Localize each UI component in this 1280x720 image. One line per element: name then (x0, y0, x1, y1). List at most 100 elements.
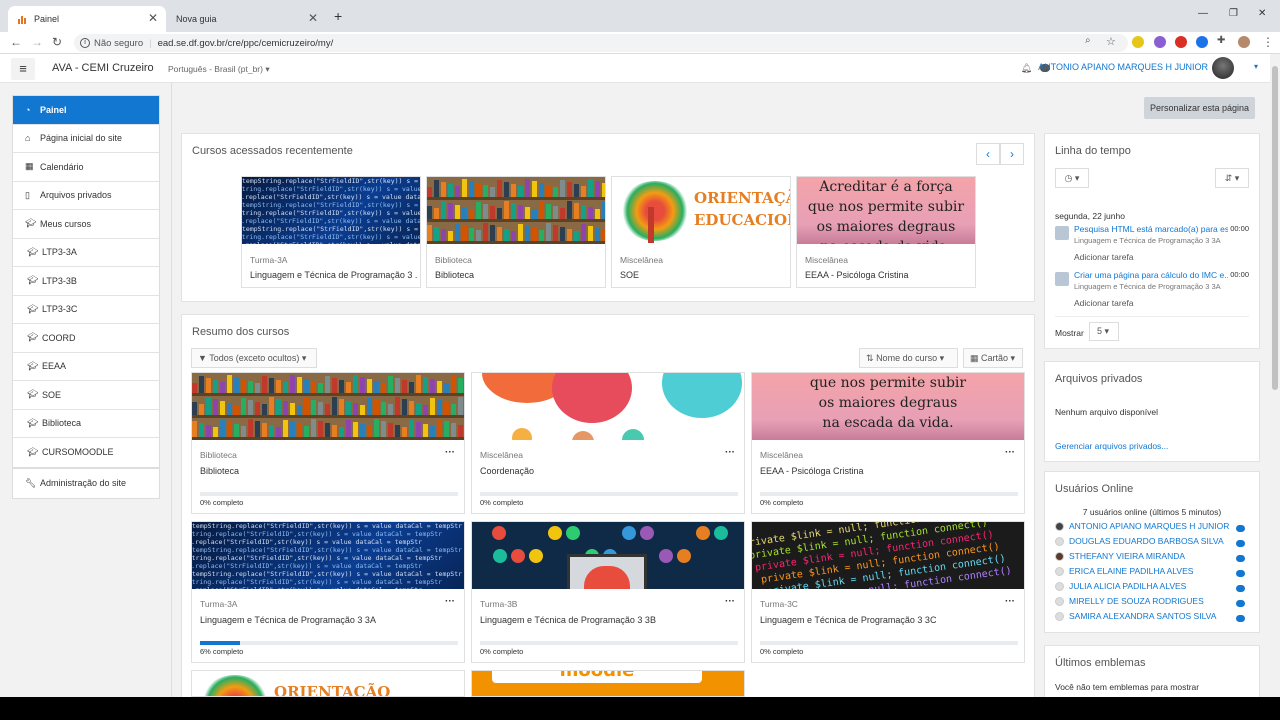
recent-course-card[interactable]: ORIENTAÇÃO EDUCACIONAL Miscelânea SOE (611, 176, 791, 288)
nav-item-6[interactable]: 🎓︎ LTP3-3B (13, 267, 159, 296)
site-name-link[interactable]: AVA - CEMI Cruzeiro (52, 62, 154, 74)
url-field[interactable]: i Não seguro | ead.se.df.gov.br/cre/ppc/… (74, 34, 1128, 52)
online-user-row[interactable]: ERICA ELAINE PADILHA ALVES (1055, 566, 1193, 577)
close-tab-icon[interactable]: ✕ (148, 11, 158, 25)
browser-tab-nova-guia[interactable]: Nova guia ✕ (166, 6, 326, 32)
reload-icon[interactable]: ↻ (52, 35, 62, 49)
page-scrollbar[interactable] (1270, 54, 1280, 697)
close-window-icon[interactable]: ✕ (1258, 8, 1266, 19)
course-image[interactable] (427, 177, 605, 244)
course-name-link[interactable]: Biblioteca (435, 270, 603, 280)
drawer-toggle-button[interactable]: ≡ (11, 58, 35, 80)
zoom-search-icon[interactable]: ⌕ (1085, 35, 1091, 46)
message-icon[interactable] (1236, 540, 1245, 547)
course-image[interactable]: ORIENTAÇÃOEDUCACIONAL (192, 671, 464, 696)
add-submission-link[interactable]: Adicionar tarefa (1074, 298, 1134, 308)
nav-item-administracao[interactable]: 🔧︎ Administração do site (13, 469, 159, 498)
course-image[interactable] (472, 522, 744, 589)
online-user-row[interactable]: ANTONIO APIANO MARQUES H JUNIOR (1055, 521, 1229, 532)
info-icon[interactable]: i (80, 38, 90, 48)
message-icon[interactable] (1236, 585, 1245, 592)
recent-course-card[interactable]: tempString.replace("StrFieldID",str(key)… (241, 176, 421, 288)
close-tab-icon[interactable]: ✕ (308, 11, 318, 25)
course-image[interactable]: tempString.replace("StrFieldID",str(key)… (242, 177, 420, 244)
extensions-puzzle-icon[interactable]: ✚ (1217, 35, 1225, 46)
online-user-row[interactable]: SAMIRA ALEXANDRA SANTOS SILVA (1055, 611, 1216, 622)
nav-item-8[interactable]: 🎓︎ COORD (13, 324, 159, 353)
profile-avatar-icon[interactable] (1238, 36, 1250, 48)
extension-blue-icon[interactable] (1196, 36, 1208, 48)
course-name-link[interactable]: Linguagem e Técnica de Programação 3 3B (480, 615, 738, 625)
online-user-row[interactable]: JULIA ALICIA PADILHA ALVES (1055, 581, 1186, 592)
scrollbar-thumb[interactable] (1272, 66, 1278, 390)
extension-pen-icon[interactable] (1132, 36, 1144, 48)
nav-item-2[interactable]: ▦ Calendário (13, 153, 159, 182)
minimize-icon[interactable]: — (1198, 8, 1208, 19)
course-actions-menu-icon[interactable]: ··· (1005, 447, 1015, 458)
course-image[interactable]: Acreditar é a força que nos permite subi… (752, 373, 1024, 440)
sort-dropdown[interactable]: ⇅ Nome do curso ▾ (859, 348, 958, 368)
course-actions-menu-icon[interactable]: ··· (725, 596, 735, 607)
filter-dropdown[interactable]: ▼ Todos (exceto ocultos) ▾ (191, 348, 317, 368)
nav-item-5[interactable]: 🎓︎ LTP3-3A (13, 239, 159, 267)
view-dropdown[interactable]: ▦ Cartão ▾ (963, 348, 1023, 368)
course-actions-menu-icon[interactable]: ··· (445, 447, 455, 458)
course-name-link[interactable]: Linguagem e Técnica de Programação 3 ... (250, 270, 418, 280)
nav-item-12[interactable]: 🎓︎ CURSOMOODLE (13, 438, 159, 467)
nav-item-11[interactable]: 🎓︎ Biblioteca (13, 410, 159, 438)
course-name-link[interactable]: Biblioteca (200, 466, 458, 476)
language-menu[interactable]: Português - Brasil (pt_br) ▾ (168, 64, 270, 75)
forward-icon[interactable]: → (31, 35, 43, 49)
event-title-link[interactable]: Criar uma página para cálculo do IMC e..… (1074, 270, 1228, 280)
extension-adblock-icon[interactable] (1175, 36, 1187, 48)
online-user-row[interactable]: STHEFANY VIEIRA MIRANDA (1055, 551, 1185, 562)
browser-menu-icon[interactable]: ⋮ (1262, 35, 1274, 49)
overview-course-card[interactable]: Miscelânea ··· Coordenação 0% completo (471, 372, 745, 514)
course-image[interactable]: ORIENTAÇÃOEDUCACIONAL (612, 177, 790, 244)
message-icon[interactable] (1236, 600, 1245, 607)
course-image[interactable] (192, 373, 464, 440)
message-icon[interactable] (1236, 555, 1245, 562)
nav-item-4[interactable]: 🎓︎ Meus cursos (13, 210, 159, 239)
user-menu-caret-icon[interactable]: ▾ (1254, 62, 1258, 71)
show-count-dropdown[interactable]: 5 ▾ (1089, 322, 1119, 341)
message-icon[interactable] (1236, 570, 1245, 577)
customize-page-button[interactable]: Personalizar esta página (1144, 97, 1255, 119)
course-name-link[interactable]: EEAA - Psicóloga Cristina (760, 466, 1018, 476)
extension-pen-purple-icon[interactable] (1154, 36, 1166, 48)
course-image[interactable]: moodle (472, 671, 744, 696)
overview-course-card-partial[interactable]: ORIENTAÇÃOEDUCACIONAL (191, 670, 465, 697)
recent-course-card[interactable]: Biblioteca Biblioteca (426, 176, 606, 288)
course-actions-menu-icon[interactable]: ··· (725, 447, 735, 458)
back-icon[interactable]: ← (10, 35, 22, 49)
course-name-link[interactable]: Coordenação (480, 466, 738, 476)
recent-course-card[interactable]: Acreditar é a força que nos permite subi… (796, 176, 976, 288)
course-image[interactable]: private $link = null; function connect()… (752, 522, 1024, 589)
overview-course-card[interactable]: Biblioteca ··· Biblioteca 0% completo (191, 372, 465, 514)
overview-course-card-partial[interactable]: moodle (471, 670, 745, 697)
carousel-next-button[interactable]: › (1000, 143, 1024, 165)
course-image[interactable]: tempString.replace("StrFieldID",str(key)… (192, 522, 464, 589)
course-actions-menu-icon[interactable]: ··· (445, 596, 455, 607)
bookmark-star-icon[interactable]: ☆ (1106, 35, 1116, 48)
online-user-row[interactable]: DOUGLAS EDUARDO BARBOSA SILVA (1055, 536, 1224, 547)
nav-item-3[interactable]: ▯ Arquivos privados (13, 182, 159, 210)
nav-item-10[interactable]: 🎓︎ SOE (13, 381, 159, 410)
manage-files-link[interactable]: Gerenciar arquivos privados... (1055, 441, 1168, 451)
message-icon[interactable] (1236, 615, 1245, 622)
carousel-prev-button[interactable]: ‹ (976, 143, 1000, 165)
course-name-link[interactable]: Linguagem e Técnica de Programação 3 3A (200, 615, 458, 625)
course-name-link[interactable]: SOE (620, 270, 788, 280)
overview-course-card[interactable]: Acreditar é a força que nos permite subi… (751, 372, 1025, 514)
overview-course-card[interactable]: Turma-3B ··· Linguagem e Técnica de Progra… (471, 521, 745, 663)
course-image[interactable]: Acreditar é a força que nos permite subi… (797, 177, 975, 244)
course-actions-menu-icon[interactable]: ··· (1005, 596, 1015, 607)
user-avatar[interactable] (1212, 57, 1234, 79)
add-submission-link[interactable]: Adicionar tarefa (1074, 252, 1134, 262)
user-menu-name[interactable]: ANTONIO APIANO MARQUES H JUNIOR (1038, 62, 1208, 72)
new-tab-icon[interactable]: + (334, 8, 342, 24)
timeline-filter-dropdown[interactable]: ◷ ▾ (1055, 168, 1089, 188)
nav-item-9[interactable]: 🎓︎ EEAA (13, 353, 159, 381)
event-title-link[interactable]: Pesquisa HTML está marcado(a) para es... (1074, 224, 1228, 234)
nav-item-0[interactable]: ◔ Painel (13, 96, 159, 125)
